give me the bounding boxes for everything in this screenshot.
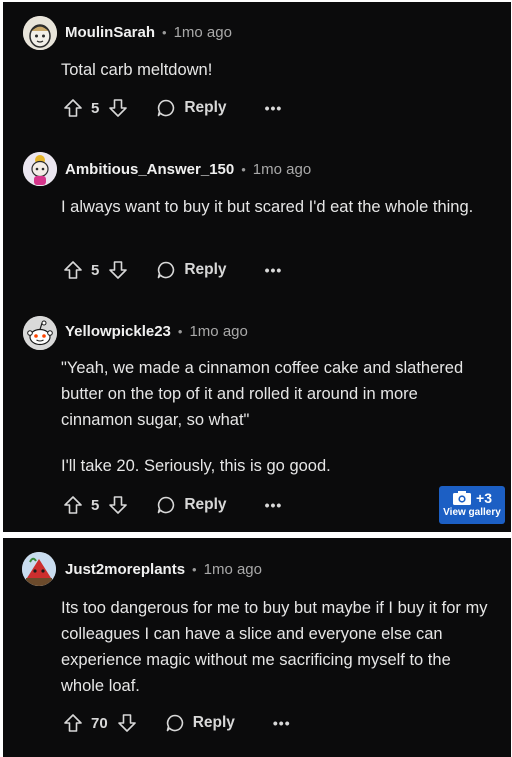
comment-bubble-icon bbox=[156, 98, 176, 118]
comment-meta: MoulinSarah • 1mo ago bbox=[65, 23, 232, 43]
vote-count: 5 bbox=[91, 261, 100, 279]
avatar-image bbox=[22, 552, 56, 586]
comment-actions: 5 Reply ••• bbox=[63, 493, 282, 517]
timestamp: 1mo ago bbox=[252, 161, 312, 178]
downvote-icon[interactable] bbox=[117, 713, 137, 733]
username[interactable]: Just2moreplants bbox=[65, 561, 185, 578]
comment-text: I'll take 20. Seriously, this is go good… bbox=[61, 457, 331, 475]
reply-label: Reply bbox=[184, 99, 227, 116]
timestamp: 1mo ago bbox=[203, 561, 262, 578]
comment-text: Its too dangerous for me to buy but mayb… bbox=[61, 599, 488, 695]
separator-dot: • bbox=[162, 25, 167, 40]
comment-bubble-icon bbox=[156, 260, 176, 280]
separator-dot: • bbox=[192, 562, 197, 577]
reply-button[interactable]: Reply bbox=[165, 713, 235, 733]
vote-count: 70 bbox=[91, 714, 108, 732]
comment-bubble-icon bbox=[156, 495, 176, 515]
comment-actions: 70 Reply ••• bbox=[63, 711, 291, 735]
gallery-header: +3 bbox=[439, 490, 505, 506]
comment-meta: Just2moreplants • 1mo ago bbox=[65, 560, 262, 580]
gallery-label: View gallery bbox=[443, 507, 501, 518]
reply-button[interactable]: Reply bbox=[156, 98, 227, 118]
username[interactable]: Yellowpickle23 bbox=[65, 323, 171, 340]
avatar[interactable] bbox=[23, 16, 57, 50]
comment-meta: Yellowpickle23 • 1mo ago bbox=[65, 322, 248, 342]
comment-text: I always want to buy it but scared I'd e… bbox=[61, 198, 474, 216]
comment-actions: 5 Reply ••• bbox=[63, 96, 282, 120]
separator-dot: • bbox=[241, 162, 246, 177]
vote-count: 5 bbox=[91, 496, 100, 514]
avatar[interactable] bbox=[23, 152, 57, 186]
view-gallery-button[interactable]: +3 View gallery bbox=[439, 486, 505, 524]
comment-meta: Ambitious_Answer_150 • 1mo ago bbox=[65, 160, 311, 180]
avatar-image bbox=[23, 316, 57, 350]
more-options-button[interactable]: ••• bbox=[265, 497, 283, 513]
separator-dot: • bbox=[177, 324, 183, 339]
reply-label: Reply bbox=[192, 714, 235, 731]
comment-body: Its too dangerous for me to buy but mayb… bbox=[61, 595, 491, 699]
gallery-count: +3 bbox=[476, 490, 492, 506]
comment-panel: Just2moreplants • 1mo ago Its too dangerou… bbox=[3, 538, 511, 757]
downvote-icon[interactable] bbox=[108, 495, 128, 515]
downvote-icon[interactable] bbox=[108, 260, 128, 280]
timestamp: 1mo ago bbox=[173, 24, 232, 41]
camera-icon bbox=[452, 490, 472, 506]
comment-bubble-icon bbox=[165, 713, 185, 733]
comment-body: I always want to buy it but scared I'd e… bbox=[61, 194, 491, 220]
username[interactable]: MoulinSarah bbox=[65, 24, 155, 41]
comment-actions: 5 Reply ••• bbox=[63, 258, 282, 282]
reply-button[interactable]: Reply bbox=[156, 260, 227, 280]
avatar-image bbox=[23, 16, 57, 50]
reply-label: Reply bbox=[184, 496, 227, 513]
vote-count: 5 bbox=[91, 99, 100, 117]
upvote-icon[interactable] bbox=[63, 98, 83, 118]
more-options-button[interactable]: ••• bbox=[265, 262, 283, 278]
avatar-image bbox=[23, 152, 57, 186]
downvote-icon[interactable] bbox=[108, 98, 128, 118]
comment-panel: MoulinSarah • 1mo ago Total carb meltdown!… bbox=[3, 2, 511, 532]
more-options-button[interactable]: ••• bbox=[273, 715, 291, 731]
comment-text: "Yeah, we made a cinnamon coffee cake an… bbox=[61, 359, 464, 429]
comment-body: Total carb meltdown! bbox=[61, 57, 491, 83]
upvote-icon[interactable] bbox=[63, 713, 83, 733]
comment-text: Total carb meltdown! bbox=[61, 61, 213, 79]
reply-label: Reply bbox=[184, 261, 227, 278]
avatar[interactable] bbox=[23, 316, 57, 350]
timestamp: 1mo ago bbox=[189, 323, 248, 340]
upvote-icon[interactable] bbox=[63, 260, 83, 280]
avatar[interactable] bbox=[22, 552, 56, 586]
username[interactable]: Ambitious_Answer_150 bbox=[65, 161, 234, 178]
more-options-button[interactable]: ••• bbox=[265, 100, 283, 116]
upvote-icon[interactable] bbox=[63, 495, 83, 515]
reply-button[interactable]: Reply bbox=[156, 495, 227, 515]
comment-body: "Yeah, we made a cinnamon coffee cake an… bbox=[61, 355, 491, 479]
